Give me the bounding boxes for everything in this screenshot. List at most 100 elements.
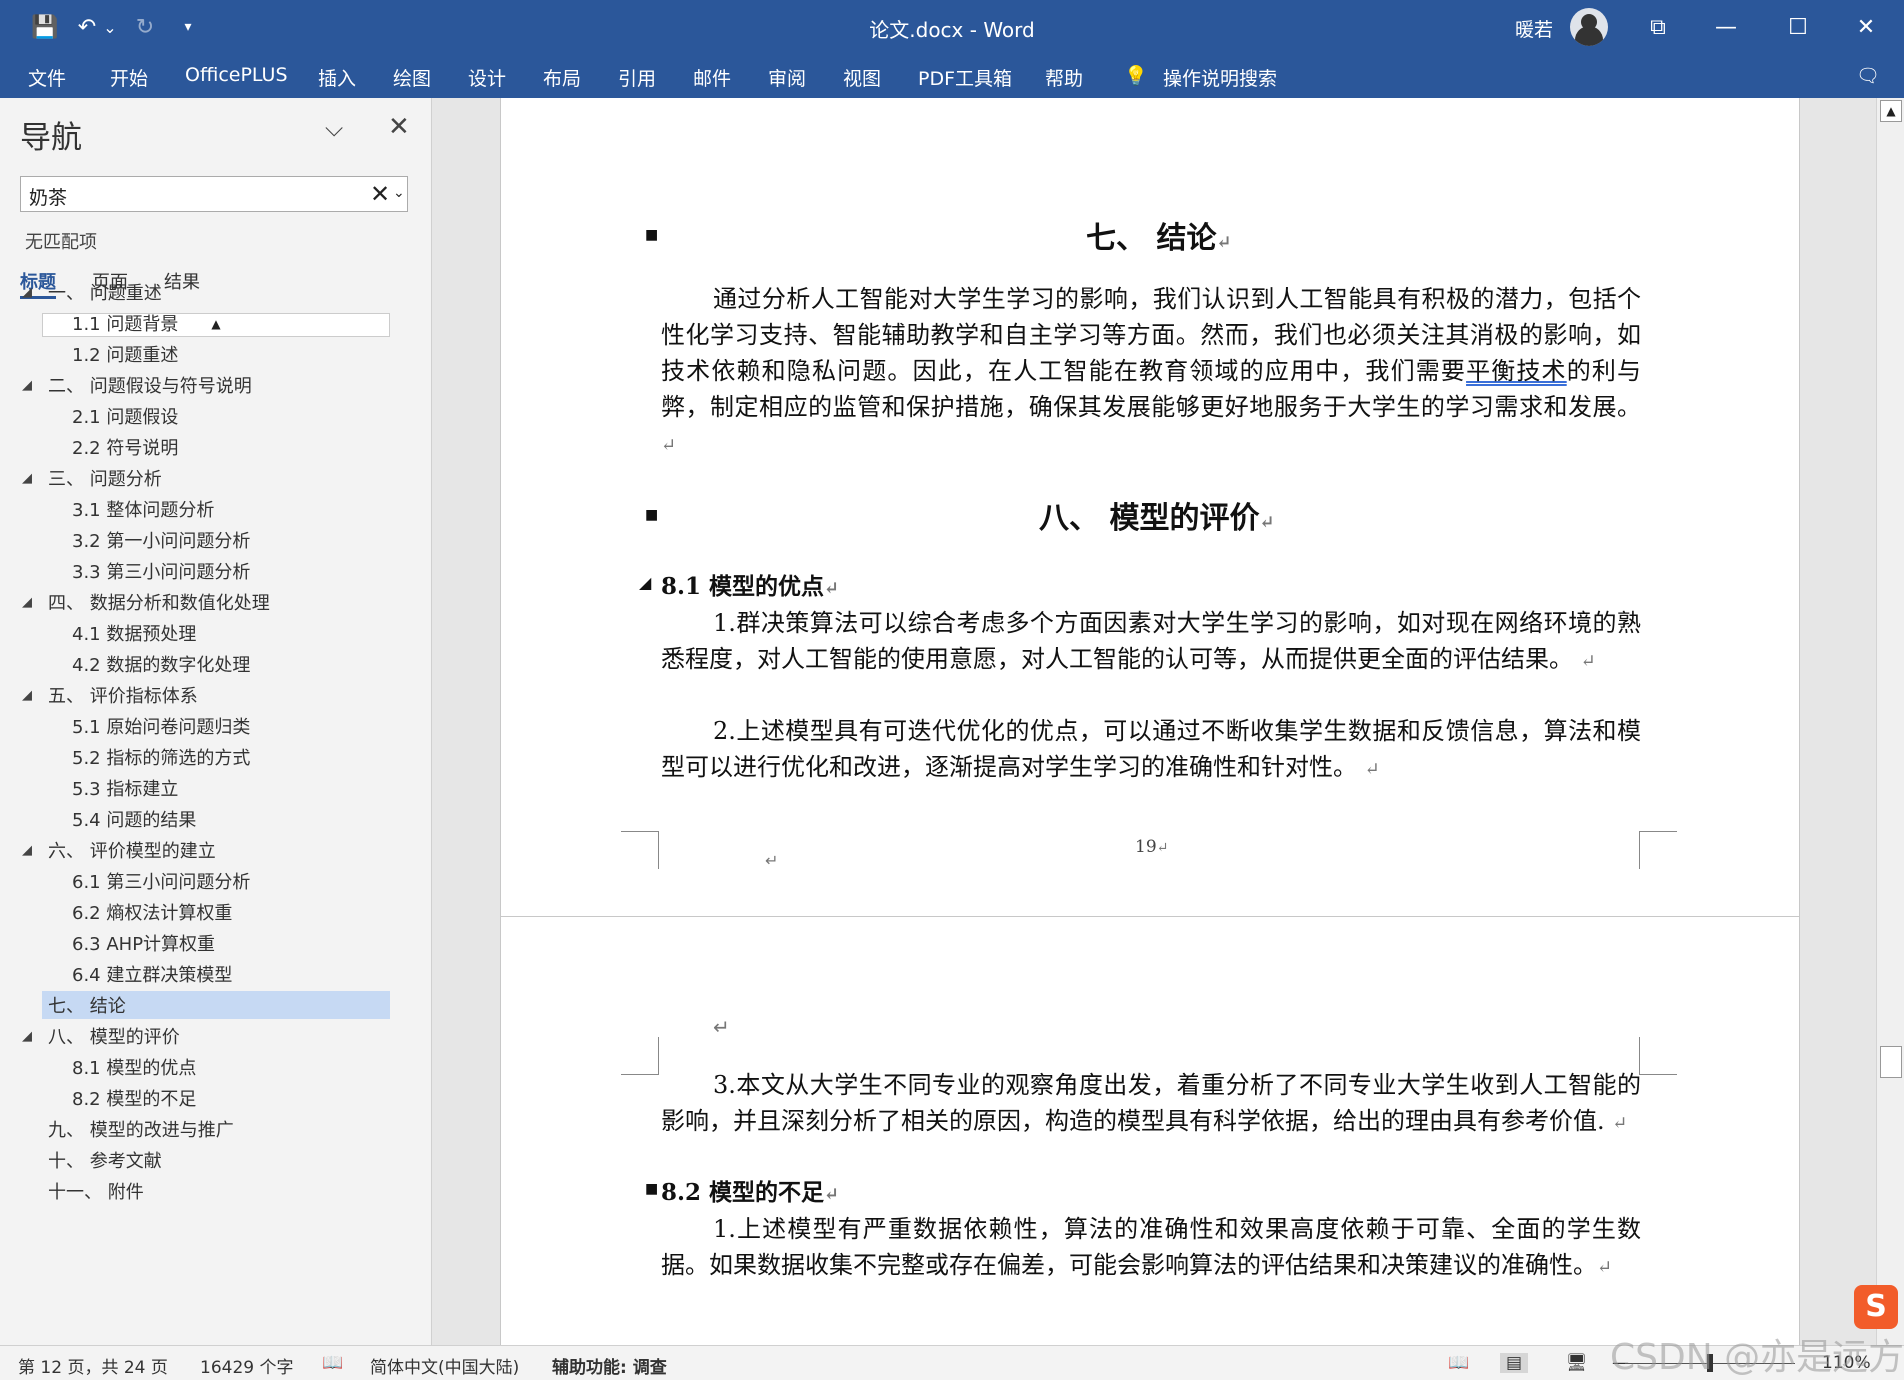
word-count[interactable]: 16429 个字 — [200, 1353, 293, 1378]
paragraph-pros-1[interactable]: 1.群决策算法可以综合考虑多个方面因素对大学生学习的影响，如对现在网络环境的熟悉… — [661, 605, 1641, 680]
proofing-icon[interactable]: 📖 — [322, 1353, 343, 1373]
customize-quick-access-icon[interactable]: ▾ — [176, 10, 200, 44]
heading-conclusion[interactable]: 七、 结论↵ — [1086, 213, 1232, 257]
outline-item[interactable]: 3.3 第三小问问题分析 — [72, 557, 250, 585]
outline-item[interactable]: 1.1 问题背景 — [72, 309, 178, 337]
tab-references[interactable]: 引用 — [618, 64, 656, 91]
outline-item[interactable]: 8.2 模型的不足 — [72, 1084, 196, 1112]
paragraph-pros-2[interactable]: 2.上述模型具有可迭代优化的优点，可以通过不断收集学生数据和反馈信息，算法和模型… — [661, 713, 1641, 788]
document-area[interactable]: ■ 七、 结论↵ 通过分析人工智能对大学生学习的影响，我们认识到人工智能具有积极… — [433, 98, 1876, 1345]
outline-item[interactable]: 6.3 AHP计算权重 — [72, 929, 215, 957]
outline-item[interactable]: 8.1 模型的优点 — [72, 1053, 196, 1081]
tab-home[interactable]: 开始 — [110, 64, 148, 91]
tell-me-search[interactable]: 操作说明搜索 — [1163, 64, 1277, 91]
avatar[interactable] — [1570, 8, 1608, 46]
search-options-icon[interactable]: ⌄ — [393, 185, 405, 201]
tab-mailings[interactable]: 邮件 — [693, 64, 731, 91]
outline-item[interactable]: 6.2 熵权法计算权重 — [72, 898, 232, 926]
outline-item[interactable]: 十、 参考文献 — [48, 1146, 162, 1174]
outline-item[interactable]: 6.4 建立群决策模型 — [72, 960, 232, 988]
expand-triangle-icon[interactable]: ◢ — [22, 688, 32, 703]
heading-pros[interactable]: 8.1 模型的优点↵ — [661, 567, 839, 601]
expand-triangle-icon[interactable]: ◢ — [22, 378, 32, 393]
tab-help[interactable]: 帮助 — [1045, 64, 1083, 91]
page-count[interactable]: 第 12 页，共 24 页 — [18, 1353, 168, 1378]
paragraph-pros-3[interactable]: 3.本文从大学生不同专业的观察角度出发，着重分析了不同专业大学生收到人工智能的影… — [661, 1067, 1641, 1142]
close-button[interactable]: ✕ — [1836, 0, 1896, 54]
tab-file[interactable]: 文件 — [28, 64, 66, 91]
outline-item[interactable]: 九、 模型的改进与推广 — [48, 1115, 234, 1143]
expand-triangle-icon[interactable]: ◢ — [22, 1029, 32, 1044]
paragraph-cons-1[interactable]: 1.上述模型有严重数据依赖性，算法的准确性和效果高度依赖于可靠、全面的学生数据。… — [661, 1211, 1641, 1286]
outline-item[interactable]: ◢ 八、 模型的评价 — [22, 1022, 180, 1050]
tab-pdf-tools[interactable]: PDF工具箱 — [918, 64, 1012, 91]
expand-triangle-icon[interactable]: ◢ — [22, 471, 32, 486]
outline-item[interactable]: 3.1 整体问题分析 — [72, 495, 214, 523]
outline-item[interactable]: 1.2 问题重述 — [72, 340, 178, 368]
outline-item[interactable]: 3.2 第一小问问题分析 — [72, 526, 250, 554]
outline-item[interactable]: ◢ 三、 问题分析 — [22, 464, 162, 492]
search-value[interactable]: 奶茶 — [29, 183, 67, 210]
outline-item-label: 6.4 建立群决策模型 — [72, 965, 233, 986]
tab-layout[interactable]: 布局 — [543, 64, 581, 91]
outline-item[interactable]: 5.1 原始问卷问题归类 — [72, 712, 250, 740]
vertical-scrollbar[interactable]: ▲ — [1876, 98, 1904, 1345]
outline-item[interactable]: 2.1 问题假设 — [72, 402, 178, 430]
expand-triangle-icon[interactable]: ◢ — [22, 595, 32, 610]
web-layout-icon[interactable]: 🖥 — [1566, 1353, 1588, 1373]
heading-cons[interactable]: 8.2 模型的不足↵ — [661, 1173, 839, 1207]
undo-icon[interactable]: ↶ — [72, 10, 102, 44]
outline-item[interactable]: 5.4 问题的结果 — [72, 805, 196, 833]
outline-item[interactable]: 4.2 数据的数字化处理 — [72, 650, 250, 678]
ime-icon[interactable]: S — [1854, 1285, 1898, 1329]
user-name[interactable]: 暖若 — [1515, 15, 1553, 42]
outline-item[interactable]: 十一、 附件 — [48, 1177, 144, 1205]
document-page[interactable]: ■ 七、 结论↵ 通过分析人工智能对大学生学习的影响，我们认识到人工智能具有积极… — [500, 98, 1800, 988]
nav-search-input[interactable]: 奶茶 ✕ ⌄ — [20, 176, 408, 212]
save-icon[interactable]: 💾 — [28, 10, 62, 44]
outline-item[interactable]: 2.2 符号说明 — [72, 433, 178, 461]
lightbulb-icon[interactable]: 💡 — [1124, 64, 1148, 87]
outline-item[interactable]: 七、 结论 — [42, 991, 390, 1019]
scroll-up-arrow[interactable]: ▲ — [1880, 100, 1902, 122]
tab-officeplus[interactable]: OfficePLUS — [185, 64, 288, 86]
document-page[interactable]: ↵ 3.本文从大学生不同专业的观察角度出发，着重分析了不同专业大学生收到人工智能… — [500, 916, 1800, 1345]
outline-item[interactable]: ◢ 五、 评价指标体系 — [22, 681, 198, 709]
language[interactable]: 简体中文(中国大陆) — [370, 1353, 519, 1378]
outline-item[interactable]: ◢ 一、 问题重述 — [22, 278, 162, 306]
expand-triangle-icon[interactable]: ◢ — [22, 843, 32, 858]
read-mode-icon[interactable]: 📖 — [1448, 1353, 1469, 1373]
outline-item[interactable]: 5.2 指标的筛选的方式 — [72, 743, 250, 771]
minimize-button[interactable]: — — [1696, 0, 1756, 54]
comments-icon[interactable]: 🗨 — [1856, 64, 1880, 87]
clear-search-icon[interactable]: ✕ — [370, 180, 390, 208]
outline-item[interactable]: ◢ 二、 问题假设与符号说明 — [22, 371, 252, 399]
tab-design[interactable]: 设计 — [468, 64, 506, 91]
tab-insert[interactable]: 插入 — [318, 64, 356, 91]
tab-draw[interactable]: 绘图 — [393, 64, 431, 91]
redo-icon[interactable]: ↻ — [130, 10, 160, 44]
outline-item[interactable]: 5.3 指标建立 — [72, 774, 178, 802]
accessibility-status[interactable]: 辅助功能: 调查 — [552, 1353, 667, 1378]
heading-model-evaluation[interactable]: 八、 模型的评价↵ — [1039, 493, 1275, 537]
footer-return-mark: ↵ — [765, 851, 779, 870]
tab-review[interactable]: 审阅 — [768, 64, 806, 91]
close-icon[interactable]: ✕ — [388, 112, 410, 142]
tab-view[interactable]: 视图 — [843, 64, 881, 91]
outline-item[interactable]: 6.1 第三小问问题分析 — [72, 867, 250, 895]
maximize-button[interactable]: ☐ — [1768, 0, 1828, 54]
scrollbar-thumb[interactable] — [1880, 1046, 1902, 1078]
ribbon-display-options-icon[interactable]: ⧉ — [1628, 0, 1688, 54]
chevron-down-icon[interactable]: ⌵ — [325, 114, 343, 142]
collapse-triangle-icon[interactable]: ◢ — [639, 573, 651, 592]
outline-item[interactable]: 4.1 数据预处理 — [72, 619, 196, 647]
nav-tab-results[interactable]: 结果 — [164, 268, 200, 294]
expand-triangle-icon[interactable]: ◢ — [22, 285, 32, 300]
undo-dropdown-icon[interactable]: ⌄ — [100, 10, 120, 44]
paragraph-conclusion[interactable]: 通过分析人工智能对大学生学习的影响，我们认识到人工智能具有积极的潜力，包括个性化… — [661, 281, 1641, 464]
outline-item[interactable]: ◢ 四、 数据分析和数值化处理 — [22, 588, 270, 616]
outline-item[interactable]: ◢ 六、 评价模型的建立 — [22, 836, 216, 864]
print-layout-icon[interactable]: ▤ — [1500, 1353, 1529, 1373]
outline-item-label: 二、 问题假设与符号说明 — [48, 376, 252, 397]
outline-item-label: 四、 数据分析和数值化处理 — [48, 593, 270, 614]
